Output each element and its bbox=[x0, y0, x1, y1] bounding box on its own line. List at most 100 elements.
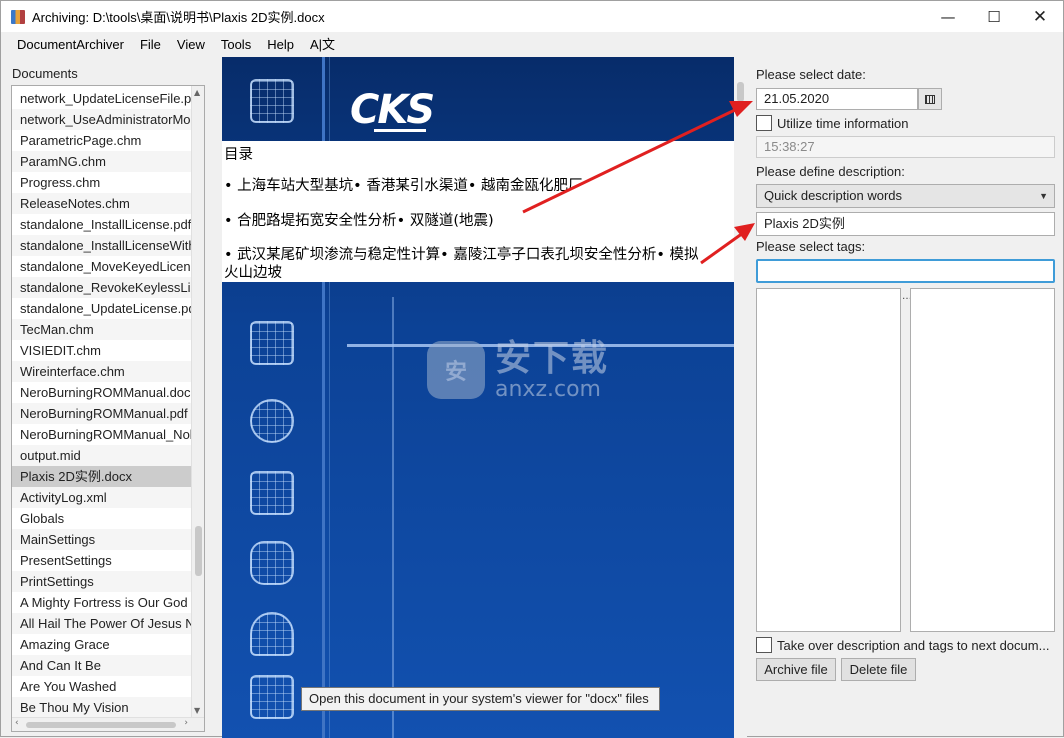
blueprint-line bbox=[392, 297, 394, 738]
document-list-item[interactable]: network_UpdateLicenseFile.pd bbox=[12, 88, 192, 109]
document-text-area: 目录 • 上海车站大型基坑• 香港某引水渠道• 越南金瓯化肥厂 • 合肥路堤拓宽… bbox=[222, 141, 734, 282]
documents-vertical-scrollbar[interactable]: ▲ ▼ bbox=[191, 86, 204, 717]
tags-input[interactable] bbox=[756, 259, 1055, 283]
minimize-button[interactable]: — bbox=[925, 1, 971, 32]
tags-label: Please select tags: bbox=[756, 239, 866, 254]
document-list-item[interactable]: TecMan.chm bbox=[12, 319, 192, 340]
cks-logo: CKS bbox=[350, 87, 435, 133]
menu-language[interactable]: A|文 bbox=[302, 32, 343, 57]
document-list-item[interactable]: output.mid bbox=[12, 445, 192, 466]
watermark-domain: anxz.com bbox=[495, 377, 601, 402]
document-list-item[interactable]: A Mighty Fortress is Our God bbox=[12, 592, 192, 613]
mesh-cube-icon bbox=[250, 675, 294, 719]
documents-horizontal-scrollbar[interactable]: ‹ › bbox=[12, 717, 204, 731]
document-line: • 合肥路堤拓宽安全性分析• 双隧道(地震) bbox=[224, 213, 494, 229]
preview-vertical-scrollbar[interactable] bbox=[734, 57, 747, 738]
scrollbar-thumb[interactable] bbox=[195, 526, 202, 576]
scrollbar-thumb[interactable] bbox=[737, 82, 744, 102]
mesh-cube-icon bbox=[250, 321, 294, 365]
app-window: Archiving: D:\tools\桌面\说明书\Plaxis 2D实例.d… bbox=[0, 0, 1064, 738]
menu-view[interactable]: View bbox=[169, 32, 213, 57]
watermark-shield-icon: 安 bbox=[427, 341, 485, 399]
utilize-time-checkbox[interactable] bbox=[756, 115, 772, 131]
document-list-item[interactable]: ActivityLog.xml bbox=[12, 487, 192, 508]
description-label: Please define description: bbox=[756, 164, 905, 179]
scroll-left-arrow-icon[interactable]: ‹ bbox=[15, 718, 19, 728]
take-over-checkbox[interactable] bbox=[756, 637, 772, 653]
scrollbar-thumb[interactable] bbox=[26, 722, 176, 728]
app-icon bbox=[11, 9, 25, 24]
document-list-item[interactable]: ParametricPage.chm bbox=[12, 130, 192, 151]
watermark-title: 安下载 bbox=[495, 338, 610, 379]
document-list-item[interactable]: VISIEDIT.chm bbox=[12, 340, 192, 361]
document-line: • 武汉某尾矿坝渗流与稳定性计算• 嘉陵江亭子口表孔坝安全性分析• 模拟 bbox=[224, 247, 699, 263]
window-title: Archiving: D:\tools\桌面\说明书\Plaxis 2D实例.d… bbox=[32, 10, 325, 25]
watermark: 安 安下载 anxz.com bbox=[427, 339, 609, 401]
utilize-time-label[interactable]: Utilize time information bbox=[777, 116, 909, 131]
date-label: Please select date: bbox=[756, 67, 866, 82]
delete-file-button[interactable]: Delete file bbox=[841, 658, 916, 681]
calendar-icon bbox=[925, 94, 935, 104]
watermark-text: 安下载 anxz.com bbox=[495, 339, 609, 401]
mesh-sphere-icon bbox=[250, 399, 294, 443]
menu-documentarchiver[interactable]: DocumentArchiver bbox=[9, 32, 132, 57]
archive-file-button[interactable]: Archive file bbox=[756, 658, 836, 681]
date-field[interactable]: 21.05.2020 bbox=[756, 88, 918, 110]
document-heading: 目录 bbox=[224, 147, 253, 163]
document-list-item[interactable]: Wireinterface.chm bbox=[12, 361, 192, 382]
close-button[interactable]: ✕ bbox=[1017, 1, 1063, 32]
selected-tags-list[interactable] bbox=[910, 288, 1055, 632]
time-field: 15:38:27 bbox=[756, 136, 1055, 158]
document-list-item[interactable]: network_UseAdministratorMo bbox=[12, 109, 192, 130]
document-list-item[interactable]: NeroBurningROMManual.doc bbox=[12, 382, 192, 403]
scroll-down-arrow-icon[interactable]: ▼ bbox=[194, 706, 200, 715]
document-line: 火山边坡 bbox=[224, 265, 282, 281]
document-list-item[interactable]: PrintSettings bbox=[12, 571, 192, 592]
menu-bar: DocumentArchiver File View Tools Help A|… bbox=[1, 32, 1063, 57]
document-list-item[interactable]: NeroBurningROMManual_Nol bbox=[12, 424, 192, 445]
document-list-item[interactable]: Be Thou My Vision bbox=[12, 697, 192, 718]
menu-help[interactable]: Help bbox=[259, 32, 302, 57]
mesh-cylinder-icon bbox=[250, 541, 294, 585]
document-list-item[interactable]: Amazing Grace bbox=[12, 634, 192, 655]
quick-description-dropdown[interactable]: Quick description words ▼ bbox=[756, 184, 1055, 208]
available-tags-list[interactable] bbox=[756, 288, 901, 632]
document-preview[interactable]: CKS 目录 • 上海车站大型基坑• 香港某引水渠道• 越南金瓯化肥厂 • 合肥… bbox=[222, 57, 734, 738]
documents-label: Documents bbox=[12, 66, 78, 81]
scroll-up-arrow-icon[interactable]: ▲ bbox=[194, 88, 200, 97]
scroll-right-arrow-icon[interactable]: › bbox=[184, 718, 188, 728]
documents-list-items: network_UpdateLicenseFile.pd network_UseA… bbox=[12, 88, 192, 718]
document-line: • 上海车站大型基坑• 香港某引水渠道• 越南金瓯化肥厂 bbox=[224, 178, 583, 194]
document-list-item[interactable]: PresentSettings bbox=[12, 550, 192, 571]
title-bar: Archiving: D:\tools\桌面\说明书\Plaxis 2D实例.d… bbox=[1, 1, 1063, 32]
menu-tools[interactable]: Tools bbox=[213, 32, 259, 57]
document-list-item[interactable]: standalone_MoveKeyedLicens bbox=[12, 256, 192, 277]
calendar-button[interactable] bbox=[918, 88, 942, 110]
menu-file[interactable]: File bbox=[132, 32, 169, 57]
quick-description-value: Quick description words bbox=[764, 188, 902, 203]
document-list-item[interactable]: standalone_RevokeKeylessLice bbox=[12, 277, 192, 298]
chevron-down-icon: ▼ bbox=[1039, 191, 1048, 201]
document-list-item[interactable]: standalone_UpdateLicense.pd bbox=[12, 298, 192, 319]
document-list-item[interactable]: Are You Washed bbox=[12, 676, 192, 697]
document-list-item[interactable]: standalone_InstallLicense.pdf bbox=[12, 214, 192, 235]
document-list-item[interactable]: ParamNG.chm bbox=[12, 151, 192, 172]
document-list-item[interactable]: All Hail The Power Of Jesus Na bbox=[12, 613, 192, 634]
document-list-item[interactable]: Globals bbox=[12, 508, 192, 529]
description-field[interactable]: Plaxis 2D实例 bbox=[756, 212, 1055, 236]
open-in-viewer-tooltip: Open this document in your system's view… bbox=[301, 687, 660, 711]
document-list-item[interactable]: Progress.chm bbox=[12, 172, 192, 193]
mesh-cone-icon bbox=[250, 612, 294, 656]
cks-logo-underline bbox=[374, 129, 426, 132]
document-list-item[interactable]: standalone_InstallLicenseWith bbox=[12, 235, 192, 256]
document-list-item[interactable]: Plaxis 2D实例.docx bbox=[12, 466, 192, 487]
document-list-item[interactable]: NeroBurningROMManual.pdf bbox=[12, 403, 192, 424]
mesh-cube-icon bbox=[250, 471, 294, 515]
document-list-item[interactable]: MainSettings bbox=[12, 529, 192, 550]
documents-list[interactable]: network_UpdateLicenseFile.pd network_UseA… bbox=[11, 85, 205, 732]
document-list-item[interactable]: ReleaseNotes.chm bbox=[12, 193, 192, 214]
document-list-item[interactable]: And Can It Be bbox=[12, 655, 192, 676]
take-over-label[interactable]: Take over description and tags to next d… bbox=[777, 638, 1049, 653]
maximize-button[interactable]: ☐ bbox=[971, 1, 1017, 32]
mesh-cube-icon bbox=[250, 79, 294, 123]
